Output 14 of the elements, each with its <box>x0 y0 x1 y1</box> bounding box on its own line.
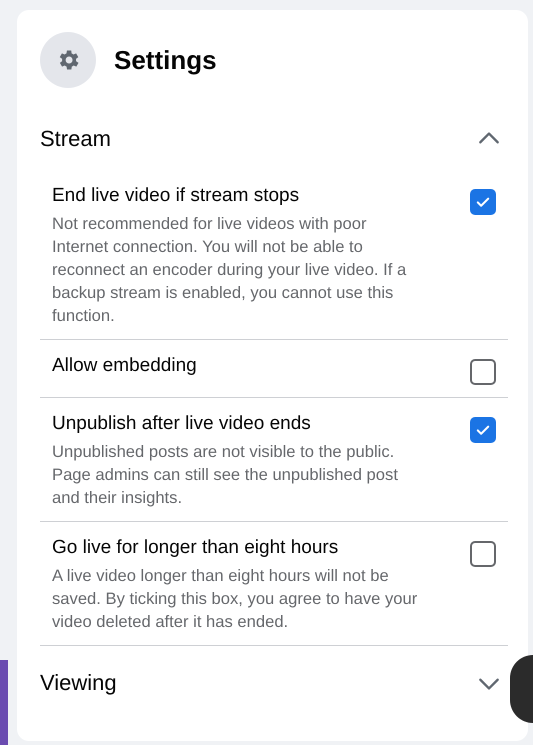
section-header[interactable]: Stream <box>40 118 508 160</box>
setting-title: Unpublish after live video ends <box>52 412 312 436</box>
checkbox[interactable] <box>470 359 496 385</box>
settings-title: Settings <box>114 44 217 76</box>
checkbox[interactable] <box>470 417 496 443</box>
section-header[interactable]: Viewing <box>40 662 508 704</box>
setting-description: Not recommended for live videos with poor Internet connection. You will not be able to reconnect an encoder during your live video. If a backup stream is enabled, you cannot use this function. <box>52 213 408 327</box>
setting-description: A live video longer than eight hours will not be saved. By ticking this box, you agree to have your video deleted after it has ended. <box>52 565 418 633</box>
setting-title: End live video if stream stops <box>52 184 300 208</box>
setting-title: Allow embedding <box>52 354 198 378</box>
checkbox[interactable] <box>470 541 496 567</box>
setting-description: Unpublished posts are not visible to the public. Page admins can still see the unpublished post and their insights. <box>52 441 399 509</box>
setting-title: Go live for longer than eight hours <box>52 536 340 560</box>
checkbox[interactable] <box>470 189 496 215</box>
